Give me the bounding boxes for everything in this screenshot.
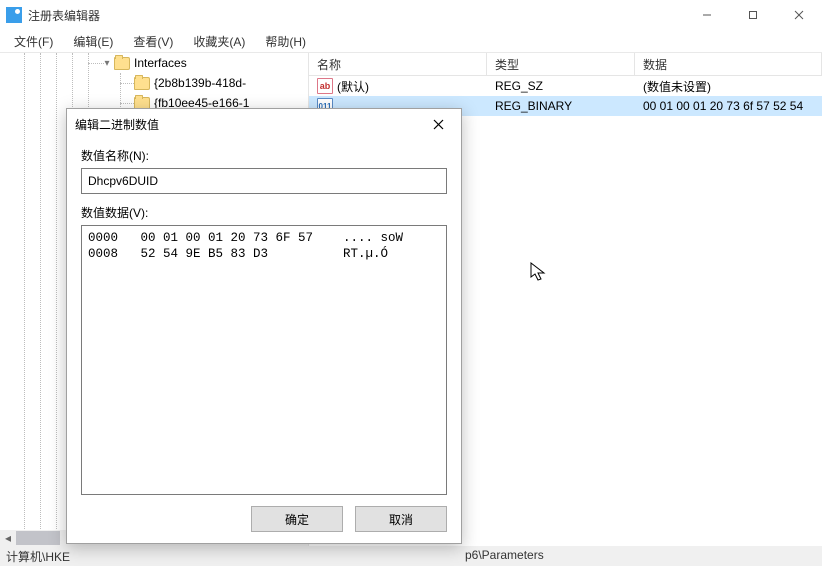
- menu-view[interactable]: 查看(V): [125, 31, 181, 52]
- dialog-buttons: 确定 取消: [67, 495, 461, 543]
- chevron-down-icon[interactable]: ▾: [100, 58, 114, 69]
- menu-favorites[interactable]: 收藏夹(A): [185, 31, 253, 52]
- value-name: (默认): [337, 78, 369, 95]
- close-button[interactable]: [776, 0, 822, 30]
- dialog-close-button[interactable]: [419, 112, 457, 136]
- edit-binary-dialog: 编辑二进制数值 数值名称(N): 数值数据(V): 0000 00 01 00 …: [66, 108, 462, 544]
- window-title: 注册表编辑器: [28, 7, 684, 24]
- value-type: REG_SZ: [487, 79, 635, 93]
- scrollbar-thumb[interactable]: [16, 531, 60, 545]
- tree-label: {2b8b139b-418d-: [154, 76, 246, 90]
- value-data: 00 01 00 01 20 73 6f 57 52 54: [635, 99, 822, 113]
- dialog-body: 数值名称(N): 数值数据(V): 0000 00 01 00 01 20 73…: [67, 139, 461, 495]
- list-header: 名称 类型 数据: [309, 53, 822, 76]
- dialog-title: 编辑二进制数值: [75, 116, 419, 133]
- column-header-data[interactable]: 数据: [635, 53, 822, 75]
- status-path-right: p6\Parameters: [465, 548, 544, 562]
- string-value-icon: ab: [317, 78, 333, 94]
- tree-label: Interfaces: [134, 56, 187, 70]
- folder-icon: [134, 77, 150, 90]
- scroll-left-arrow-icon[interactable]: ◂: [0, 530, 16, 546]
- dialog-titlebar[interactable]: 编辑二进制数值: [67, 109, 461, 139]
- hex-editor[interactable]: 0000 00 01 00 01 20 73 6F 57 .... soW 00…: [81, 225, 447, 495]
- value-type: REG_BINARY: [487, 99, 635, 113]
- minimize-button[interactable]: [684, 0, 730, 30]
- value-name-label: 数值名称(N):: [81, 147, 447, 164]
- maximize-button[interactable]: [730, 0, 776, 30]
- status-path-left: 计算机\HKE: [6, 550, 70, 564]
- window-controls: [684, 0, 822, 30]
- menu-help[interactable]: 帮助(H): [257, 31, 314, 52]
- value-data-label: 数值数据(V):: [81, 204, 447, 221]
- ok-button[interactable]: 确定: [251, 506, 343, 532]
- close-icon: [433, 119, 444, 130]
- cancel-button[interactable]: 取消: [355, 506, 447, 532]
- column-header-name[interactable]: 名称: [309, 53, 487, 75]
- tree-node-interfaces[interactable]: ▾ Interfaces: [0, 53, 308, 73]
- column-header-type[interactable]: 类型: [487, 53, 635, 75]
- titlebar: 注册表编辑器: [0, 0, 822, 30]
- value-name-input[interactable]: [81, 168, 447, 194]
- statusbar: 计算机\HKE p6\Parameters: [0, 546, 822, 566]
- menu-file[interactable]: 文件(F): [6, 31, 61, 52]
- tree-node-guid1[interactable]: {2b8b139b-418d-: [0, 73, 308, 93]
- menubar: 文件(F) 编辑(E) 查看(V) 收藏夹(A) 帮助(H): [0, 30, 822, 52]
- app-icon: [6, 7, 22, 23]
- value-data: (数值未设置): [635, 78, 822, 95]
- list-item[interactable]: ab (默认) REG_SZ (数值未设置): [309, 76, 822, 96]
- menu-edit[interactable]: 编辑(E): [65, 31, 121, 52]
- folder-icon: [114, 57, 130, 70]
